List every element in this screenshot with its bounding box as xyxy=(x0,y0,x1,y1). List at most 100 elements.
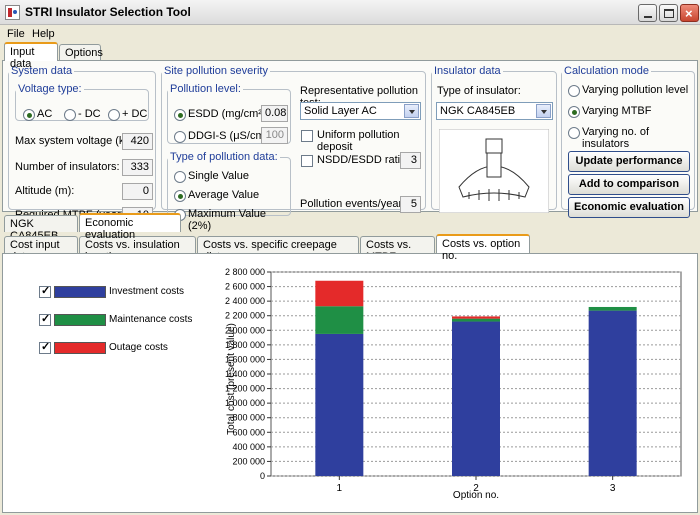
outage-checkbox[interactable] xyxy=(39,340,51,354)
chevron-down-icon xyxy=(536,104,551,118)
y-tick-label: 2 600 000 xyxy=(225,282,265,292)
menu-help[interactable]: Help xyxy=(32,28,55,40)
altitude-field[interactable]: 0 xyxy=(122,183,153,200)
nsdd-field[interactable]: 3 xyxy=(400,152,421,169)
calc-mode-legend: Calculation mode xyxy=(564,65,649,77)
bar-segment-maintenance xyxy=(452,318,500,322)
investment-label: Investment costs xyxy=(109,286,185,297)
pollution-level-legend: Pollution level: xyxy=(170,83,241,95)
tab-costs-mtbf[interactable]: Costs vs. MTBF xyxy=(360,236,435,263)
site-pollution-legend: Site pollution severity xyxy=(164,65,268,77)
economic-evaluation-button[interactable]: Economic evaluation xyxy=(568,197,690,218)
single-value-label: Single Value xyxy=(188,170,249,182)
outage-swatch xyxy=(54,342,106,354)
pollution-type-legend: Type of pollution data: xyxy=(170,151,278,163)
y-tick-label: 800 000 xyxy=(232,413,265,423)
y-tick-label: 400 000 xyxy=(232,442,265,452)
pollution-level-group: Pollution level: ESDD (mg/cm²): 0.08 DDG… xyxy=(167,83,291,144)
app-icon xyxy=(5,5,20,20)
maximize-icon xyxy=(664,9,674,18)
system-data-group: System data Voltage type: AC - DC + DC M… xyxy=(8,65,156,224)
insulator-data-legend: Insulator data xyxy=(434,65,501,77)
esdd-field[interactable]: 0.08 xyxy=(261,105,288,122)
close-button[interactable]: × xyxy=(680,4,699,22)
update-performance-button[interactable]: Update performance xyxy=(568,151,690,172)
insulator-illustration xyxy=(439,129,549,213)
insulator-data-group: Insulator data Type of insulator: NGK CA… xyxy=(431,65,557,213)
add-comparison-button[interactable]: Add to comparison xyxy=(568,174,690,195)
bar-segment-outage xyxy=(315,280,364,307)
tab-costs-creepage-distance[interactable]: Costs vs. specific creepage distance xyxy=(197,236,359,263)
nsdd-label: NSDD/ESDD ratio: xyxy=(317,154,410,166)
title-bar: STRI Insulator Selection Tool × xyxy=(0,0,700,25)
rep-test-select[interactable]: Solid Layer AC xyxy=(300,102,421,120)
radio-varying-pollution[interactable] xyxy=(568,85,580,97)
label-minus-dc: - DC xyxy=(78,108,101,120)
costs-chart-panel: Investment costs Maintenance costs Outag… xyxy=(2,253,698,513)
radio-ac[interactable] xyxy=(23,109,35,121)
uniform-deposit-checkbox[interactable] xyxy=(301,130,313,142)
radio-varying-insulators[interactable] xyxy=(568,127,580,139)
maximize-button[interactable] xyxy=(659,4,678,22)
tab-input-data[interactable]: Input data xyxy=(4,42,58,70)
bar-segment-investment xyxy=(315,333,364,476)
events-field[interactable]: 5 xyxy=(400,196,421,213)
voltage-type-group: Voltage type: AC - DC + DC xyxy=(15,83,149,121)
tab-economic-evaluation[interactable]: Economic evaluation xyxy=(79,213,181,241)
bar-segment-maintenance xyxy=(315,306,364,334)
average-value-label: Average Value xyxy=(188,189,260,201)
x-axis-label: Option no. xyxy=(453,490,499,501)
outage-label: Outage costs xyxy=(109,342,168,353)
x-tick-label: 3 xyxy=(610,483,616,494)
insulator-type-label: Type of insulator: xyxy=(437,85,521,97)
pollution-type-group: Type of pollution data: Single Value Ave… xyxy=(167,151,291,232)
menu-bar: File Help xyxy=(0,26,700,43)
tab-options[interactable]: Options xyxy=(59,44,103,61)
maintenance-swatch xyxy=(54,314,106,326)
y-tick-label: 200 000 xyxy=(232,456,265,466)
window-title: STRI Insulator Selection Tool xyxy=(25,5,191,19)
bar-segment-maintenance xyxy=(588,306,637,311)
max-voltage-field[interactable]: 420 xyxy=(122,133,153,150)
altitude-label: Altitude (m): xyxy=(15,185,75,197)
label-ac: AC xyxy=(37,108,53,120)
ddgi-field[interactable]: 100 xyxy=(261,127,288,144)
tab-costs-option-no[interactable]: Costs vs. option no. xyxy=(436,234,530,262)
bar-segment-investment xyxy=(588,310,637,476)
tab-ngk-ca845eb[interactable]: NGK CA845EB xyxy=(4,215,78,242)
tab-cost-input-data[interactable]: Cost input data xyxy=(4,236,78,263)
uniform-deposit-label: Uniform pollution deposit xyxy=(317,129,400,153)
label-plus-dc: + DC xyxy=(122,108,148,120)
num-insulators-field[interactable]: 333 xyxy=(122,159,153,176)
maximum-value-label: Maximum Value (2%) xyxy=(188,208,267,232)
esdd-label: ESDD (mg/cm²): xyxy=(188,108,269,120)
chevron-down-icon xyxy=(404,104,419,118)
radio-ddgi[interactable] xyxy=(174,131,186,143)
varying-insulators-label: Varying no. of insulators xyxy=(582,126,650,150)
investment-checkbox[interactable] xyxy=(39,284,51,298)
y-tick-label: 2 800 000 xyxy=(225,267,265,277)
maintenance-label: Maintenance costs xyxy=(109,314,193,325)
radio-esdd[interactable] xyxy=(174,109,186,121)
x-tick-label: 1 xyxy=(337,483,343,494)
menu-file[interactable]: File xyxy=(7,28,25,40)
maintenance-checkbox[interactable] xyxy=(39,312,51,326)
radio-average-value[interactable] xyxy=(174,190,186,202)
bar-segment-outage xyxy=(452,316,500,319)
insulator-type-select[interactable]: NGK CA845EB xyxy=(436,102,553,120)
site-pollution-group: Site pollution severity Pollution level:… xyxy=(161,65,426,232)
max-voltage-label: Max system voltage (kV): xyxy=(15,135,139,147)
y-tick-label: 2 400 000 xyxy=(225,296,265,306)
radio-varying-mtbf[interactable] xyxy=(568,106,580,118)
rep-test-value: Solid Layer AC xyxy=(304,105,377,117)
minimize-button[interactable] xyxy=(638,4,657,22)
investment-swatch xyxy=(54,286,106,298)
nsdd-checkbox[interactable] xyxy=(301,155,313,167)
insulator-type-value: NGK CA845EB xyxy=(440,105,516,117)
ddgi-label: DDGI-S (μS/cm): xyxy=(188,130,272,142)
radio-single-value[interactable] xyxy=(174,171,186,183)
close-icon: × xyxy=(685,6,693,21)
radio-minus-dc[interactable] xyxy=(64,109,76,121)
bar-segment-investment xyxy=(452,321,500,476)
radio-plus-dc[interactable] xyxy=(108,109,120,121)
